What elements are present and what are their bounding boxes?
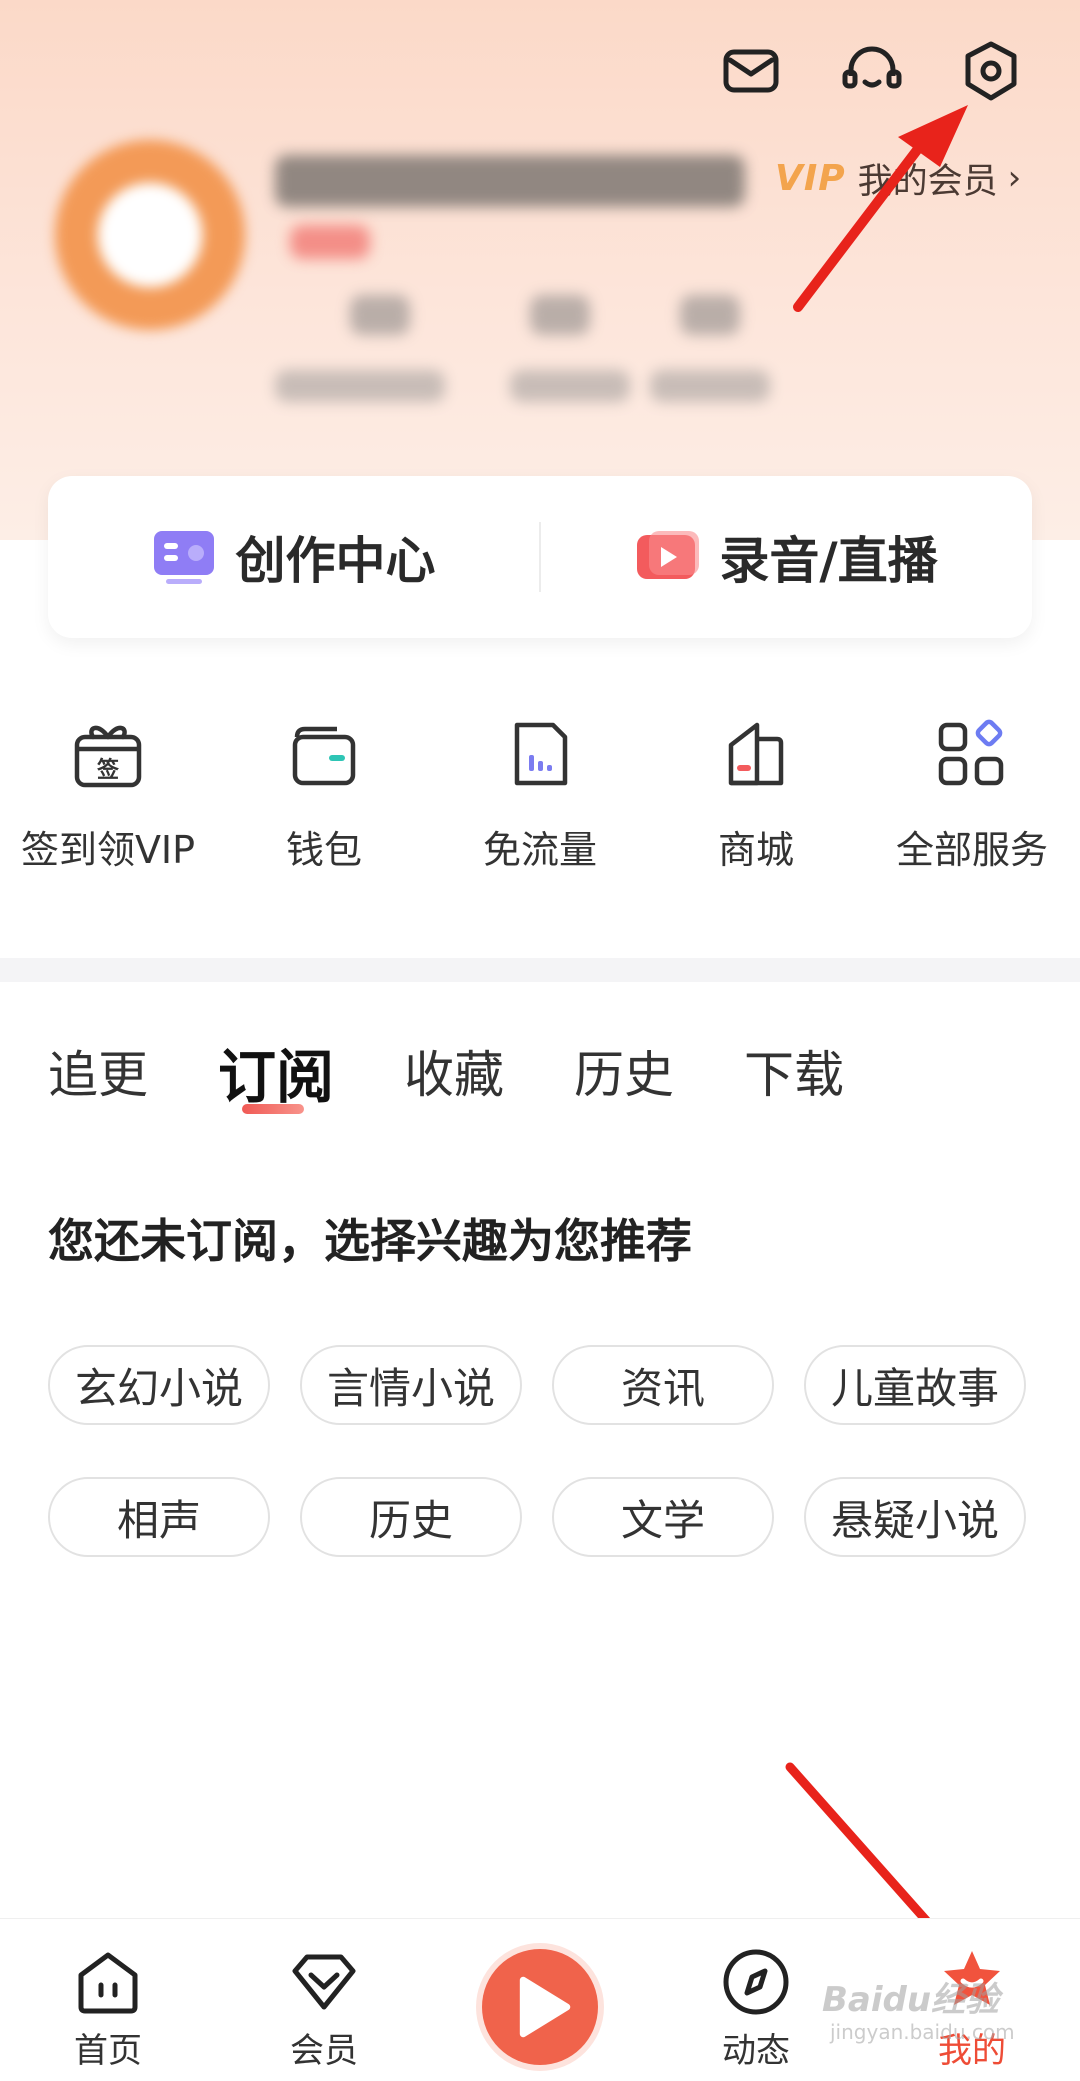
home-icon (78, 1952, 138, 2014)
nav-label: 会员 (290, 2031, 358, 2071)
shortcut-label: 签到领VIP (20, 828, 196, 872)
shortcut-label: 全部服务 (895, 828, 1048, 872)
my-membership-link[interactable]: VIP 我的会员 › (775, 150, 1021, 206)
shortcut-grid: 签 签到领VIP 钱包 免流量 商城 全部服务 (0, 715, 1080, 885)
empty-subscription-title: 您还未订阅，选择兴趣为您推荐 (48, 1214, 692, 1268)
shortcut-sign-in-vip[interactable]: 签 签到领VIP (0, 715, 216, 885)
sign-in-gift-icon: 签 (74, 725, 142, 788)
tab-subscriptions[interactable]: 订阅 (218, 1030, 334, 1145)
svg-text:签: 签 (96, 757, 120, 783)
interest-tag[interactable]: 言情小说 (300, 1345, 522, 1425)
play-icon (519, 1976, 571, 2038)
wallet-icon (292, 726, 356, 786)
interest-tag[interactable]: 悬疑小说 (804, 1477, 1026, 1557)
interest-tag[interactable]: 文学 (552, 1477, 774, 1557)
watermark-subtext: jingyan.baidu.com (830, 2020, 1015, 2044)
record-live-button[interactable]: 录音/直播 (541, 476, 1032, 638)
shortcut-all-services[interactable]: 全部服务 (864, 715, 1080, 885)
shortcut-label: 商城 (717, 828, 794, 872)
shortcut-label: 钱包 (285, 828, 362, 872)
active-tab-indicator (242, 1104, 304, 1114)
record-live-icon (637, 531, 700, 579)
customer-service-icon[interactable] (837, 36, 907, 106)
creation-center-button[interactable]: 创作中心 (48, 476, 539, 638)
nav-label: 首页 (74, 2031, 142, 2071)
tab-favorites[interactable]: 收藏 (404, 1035, 504, 1145)
creation-center-icon (153, 531, 214, 584)
section-divider (0, 958, 1080, 982)
nav-vip[interactable]: 会员 (216, 1919, 432, 2081)
blurred-profile-info (50, 120, 770, 450)
tab-subscriptions-label: 订阅 (218, 1043, 335, 1111)
watermark: Baidu经验 (822, 1980, 1000, 2020)
shortcut-label: 免流量 (482, 828, 597, 872)
tab-follow-updates[interactable]: 追更 (48, 1035, 148, 1145)
content-tabs: 追更 订阅 收藏 历史 下载 (48, 1035, 914, 1145)
vip-logo: VIP (775, 157, 846, 199)
nav-play[interactable] (432, 1919, 648, 2081)
play-button[interactable] (482, 1949, 598, 2065)
interest-tag[interactable]: 资讯 (552, 1345, 774, 1425)
interest-tag[interactable]: 儿童故事 (804, 1345, 1026, 1425)
settings-icon[interactable] (956, 36, 1026, 106)
creation-card: 创作中心 录音/直播 (48, 476, 1032, 638)
chevron-right-icon: › (1007, 158, 1022, 198)
interest-tag-list: 玄幻小说 言情小说 资讯 儿童故事 相声 历史 文学 悬疑小说 (48, 1345, 1032, 1609)
shortcut-mall[interactable]: 商城 (648, 715, 864, 885)
free-data-icon (514, 722, 568, 786)
my-membership-label: 我的会员 (857, 161, 998, 202)
interest-tag[interactable]: 相声 (48, 1477, 270, 1557)
interest-tag[interactable]: 历史 (300, 1477, 522, 1557)
mail-icon[interactable] (716, 36, 786, 106)
compass-icon (723, 1949, 789, 2015)
tab-history[interactable]: 历史 (574, 1035, 674, 1145)
tab-downloads[interactable]: 下载 (744, 1035, 844, 1145)
creation-center-label: 创作中心 (235, 532, 436, 590)
all-services-icon (938, 719, 1004, 786)
interest-tag[interactable]: 玄幻小说 (48, 1345, 270, 1425)
mall-icon (728, 722, 784, 786)
nav-home[interactable]: 首页 (0, 1919, 216, 2081)
vip-diamond-icon (292, 1954, 356, 2010)
shortcut-wallet[interactable]: 钱包 (216, 715, 432, 885)
record-live-label: 录音/直播 (719, 532, 938, 590)
shortcut-free-data[interactable]: 免流量 (432, 715, 648, 885)
avatar[interactable] (55, 140, 245, 330)
nav-label: 动态 (722, 2031, 790, 2071)
